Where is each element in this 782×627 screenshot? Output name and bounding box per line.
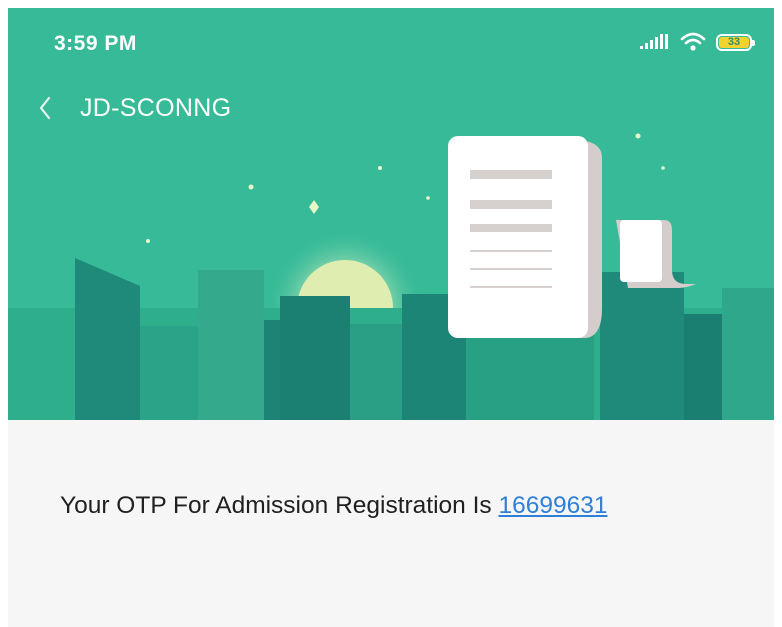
chevron-left-icon [39, 96, 51, 120]
message-body: Your OTP For Admission Registration Is 1… [60, 492, 607, 520]
sender-title: JD-SCONNG [80, 93, 232, 122]
signal-icon [640, 34, 668, 49]
back-button[interactable] [38, 90, 62, 126]
message-content: Your OTP For Admission Registration Is 1… [8, 420, 774, 627]
status-time: 3:59 PM [54, 32, 137, 55]
conversation-header: 3:59 PM 33 JD-SCONNG [8, 8, 774, 420]
conversation-nav: JD-SCONNG [38, 90, 231, 126]
battery-level: 33 [719, 36, 749, 48]
battery-icon: 33 [716, 33, 755, 51]
message-text: Your OTP For Admission Registration Is [60, 492, 499, 519]
status-icons: 33 [640, 28, 755, 56]
status-bar: 3:59 PM 33 [8, 8, 774, 68]
sms-message-screen: 3:59 PM 33 JD-SCONNG Your OTP For Admiss… [8, 8, 774, 627]
otp-link[interactable]: 16699631 [498, 492, 607, 519]
wifi-icon [680, 32, 706, 51]
header-illustration [8, 133, 774, 420]
